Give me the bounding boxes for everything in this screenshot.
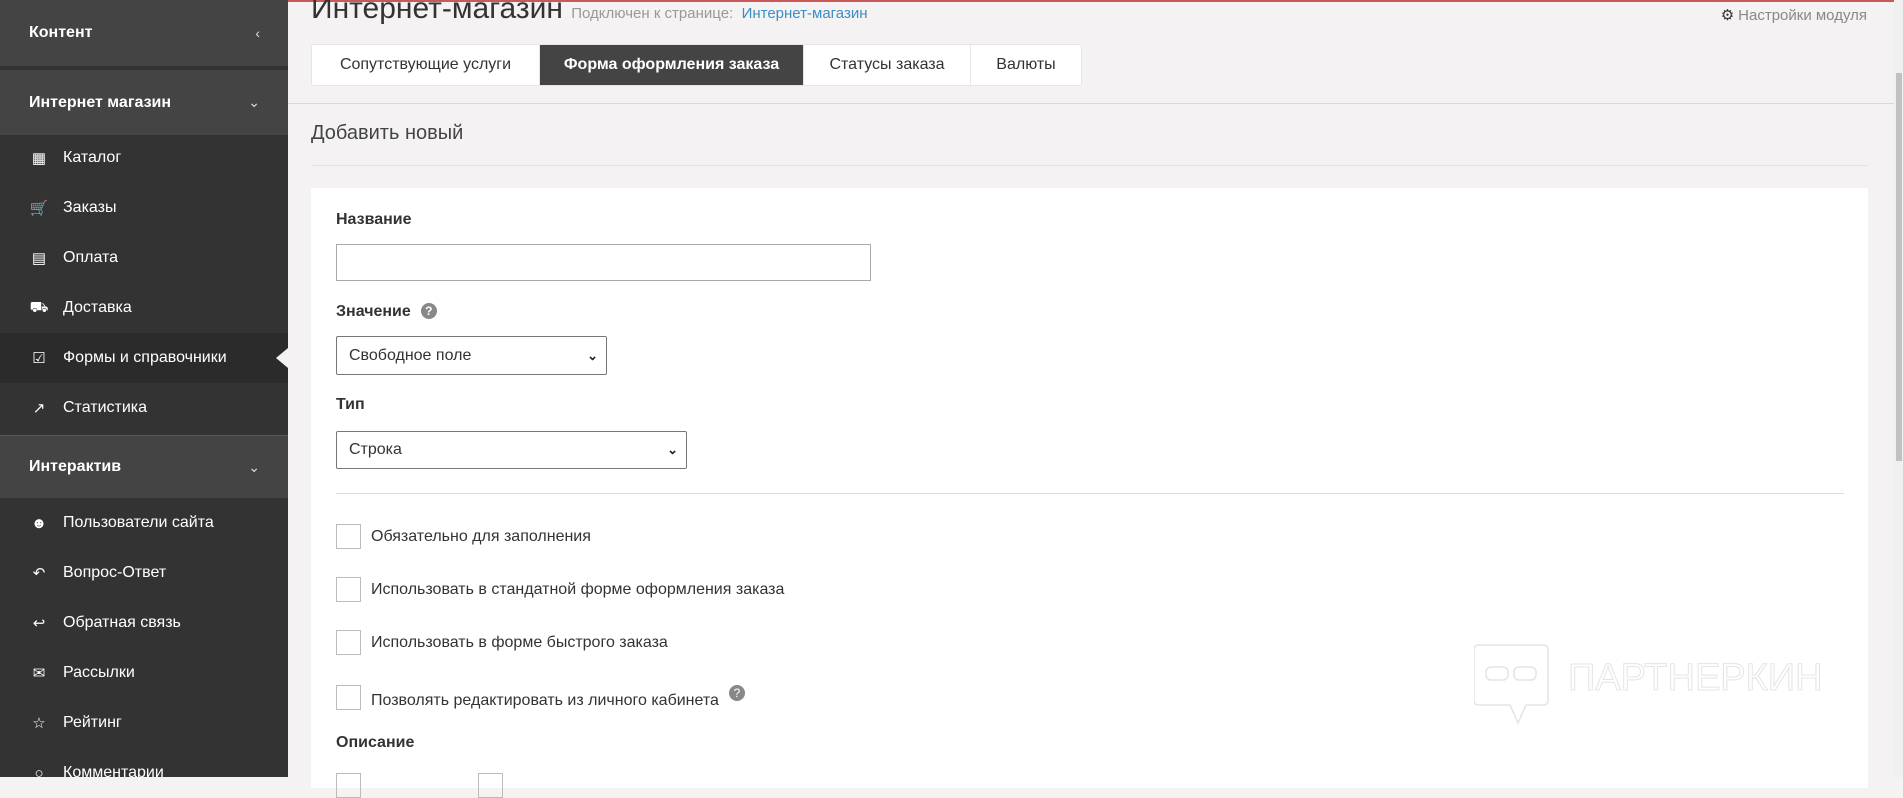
sidebar-item-mailings[interactable]: ✉ Рассылки (0, 648, 288, 698)
connected-page-link[interactable]: Интернет-магазин (742, 5, 868, 22)
gear-icon: ⚙ (1720, 7, 1735, 24)
value-select[interactable]: Свободное поле ⌄ (336, 336, 607, 375)
value-selected: Свободное поле (349, 346, 472, 364)
type-selected: Строка (349, 441, 402, 458)
section-label: Интернет магазин (29, 93, 172, 111)
chevron-down-icon: ⌄ (248, 458, 260, 475)
checkbox-label: Позволять редактировать из личного кабин… (371, 692, 719, 709)
tab-order-form[interactable]: Форма оформления заказа (540, 45, 804, 85)
question-icon[interactable]: ? (420, 303, 437, 319)
checkbox[interactable] (336, 524, 361, 549)
item-label: Пользователи сайта (63, 514, 214, 531)
item-label: Рассылки (63, 664, 135, 681)
scrollbar[interactable] (1894, 0, 1903, 777)
reply-all-icon: ↶ (32, 565, 46, 582)
divider (288, 103, 1894, 104)
sidebar-item-users[interactable]: ☻ Пользователи сайта (0, 498, 288, 548)
item-label: Каталог (63, 149, 122, 166)
sidebar-item-forms[interactable]: ☑ Формы и справочники (0, 333, 288, 383)
watermark-text: ПАРТНЕРКИН (1568, 657, 1823, 699)
sidebar-item-feedback[interactable]: ↩ Обратная связь (0, 598, 288, 648)
credit-card-icon: ▤ (31, 250, 47, 267)
item-label: Оплата (63, 249, 119, 266)
checkbox-label: Использовать в стандатной форме оформлен… (371, 580, 785, 598)
divider (311, 165, 1868, 166)
tab-order-statuses[interactable]: Статусы заказа (804, 45, 971, 85)
required-checkbox[interactable]: Обязательно для заполнения (336, 524, 591, 549)
tab-related-services[interactable]: Сопутствующие услуги (312, 45, 540, 85)
tabs: Сопутствующие услуги Форма оформления за… (311, 44, 1082, 86)
envelope-icon: ✉ (32, 665, 46, 682)
sidebar-item-faq[interactable]: ↶ Вопрос-Ответ (0, 548, 288, 598)
standard-form-checkbox[interactable]: Использовать в стандатной форме оформлен… (336, 577, 784, 602)
name-label: Название (336, 211, 412, 228)
section-heading: Добавить новый (311, 122, 464, 144)
type-label: Тип (336, 396, 365, 413)
item-label: Рейтинг (63, 714, 122, 731)
star-icon: ☆ (32, 715, 46, 732)
checkbox-label: Использовать в форме быстрого заказа (371, 633, 668, 651)
line-chart-icon: ↗ (32, 400, 46, 417)
title-text: Интернет-магазин (311, 0, 563, 25)
sidebar-item-payment[interactable]: ▤ Оплата (0, 233, 288, 283)
type-select[interactable]: Строка ⌄ (336, 431, 687, 469)
connected-label: Подключен к странице: (571, 5, 734, 22)
quick-order-checkbox[interactable]: Использовать в форме быстрого заказа (336, 630, 668, 655)
grid-icon: ▦ (31, 150, 47, 167)
item-label: Комментарии (63, 764, 164, 781)
chevron-down-icon: ⌄ (667, 442, 678, 457)
sidebar-item-delivery[interactable]: ⛟ Доставка (0, 283, 288, 333)
truck-icon: ⛟ (29, 298, 49, 316)
sidebar: Контент ‹ Интернет магазин ⌄ ▦ Каталог 🛒 Зак… (0, 0, 288, 782)
sidebar-item-rating[interactable]: ☆ Рейтинг (0, 698, 288, 748)
sidebar-item-comments[interactable]: ○ Комментарии (0, 748, 288, 798)
checkbox[interactable] (336, 577, 361, 602)
section-label: Интерактив (29, 458, 122, 475)
description-label: Описание (336, 734, 415, 751)
item-label: Вопрос-Ответ (63, 564, 167, 581)
users-icon: ☻ (31, 514, 47, 532)
editable-cabinet-checkbox[interactable]: Позволять редактировать из личного кабин… (336, 684, 745, 710)
checkbox[interactable] (336, 630, 361, 655)
sidebar-item-catalog[interactable]: ▦ Каталог (0, 133, 288, 183)
divider (336, 493, 1844, 494)
sidebar-section-content[interactable]: Контент ‹ (0, 0, 288, 66)
sidebar-section-interactive[interactable]: Интерактив ⌄ (0, 435, 288, 498)
check-square-icon: ☑ (32, 350, 46, 367)
comment-icon: ○ (34, 764, 44, 782)
chevron-down-icon: ⌄ (248, 94, 260, 110)
cart-icon: 🛒 (29, 200, 49, 217)
value-label: Значение? (336, 303, 437, 321)
checkbox-label: Обязательно для заполнения (371, 527, 591, 545)
section-label: Контент (29, 24, 93, 41)
item-label: Формы и справочники (63, 349, 227, 366)
scrollbar-thumb[interactable] (1896, 73, 1902, 461)
chevron-left-icon: ‹ (255, 25, 260, 41)
item-label: Заказы (63, 199, 117, 216)
watermark-logo: ПАРТНЕРКИН (1473, 643, 1874, 733)
chevron-down-icon: ⌄ (587, 347, 598, 363)
page-title: Интернет-магазин Подключен к странице: И… (311, 0, 868, 26)
item-label: Статистика (63, 399, 148, 416)
name-input[interactable] (336, 244, 871, 281)
checkbox[interactable] (336, 684, 361, 710)
item-label: Обратная связь (63, 614, 181, 631)
sidebar-section-shop[interactable]: Интернет магазин ⌄ (0, 70, 288, 135)
reply-icon: ↩ (32, 615, 46, 632)
sidebar-item-orders[interactable]: 🛒 Заказы (0, 183, 288, 233)
item-label: Доставка (63, 299, 132, 316)
module-settings-link[interactable]: ⚙ Настройки модуля (1721, 6, 1867, 24)
sidebar-item-statistics[interactable]: ↗ Статистика (0, 383, 288, 433)
tab-currencies[interactable]: Валюты (971, 45, 1081, 85)
value-label-text: Значение (336, 303, 411, 320)
settings-label: Настройки модуля (1738, 7, 1867, 24)
question-icon[interactable]: ? (728, 685, 745, 701)
